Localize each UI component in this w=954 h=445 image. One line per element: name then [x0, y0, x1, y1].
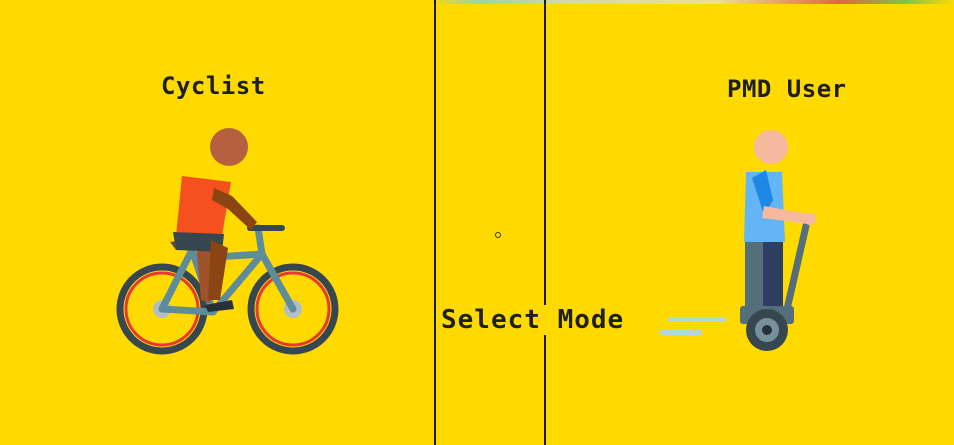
cyclist-label: Cyclist	[161, 72, 266, 100]
select-mode-heading: Select Mode	[441, 305, 625, 335]
cyclist-icon	[116, 128, 339, 355]
pmd-user-icon	[660, 130, 816, 351]
left-divider	[434, 0, 436, 445]
pmd-user-label: PMD User	[727, 75, 847, 103]
cursor-dot	[495, 232, 501, 238]
mode-select-screen: Cyclist Select Mode PMD User	[0, 0, 954, 445]
